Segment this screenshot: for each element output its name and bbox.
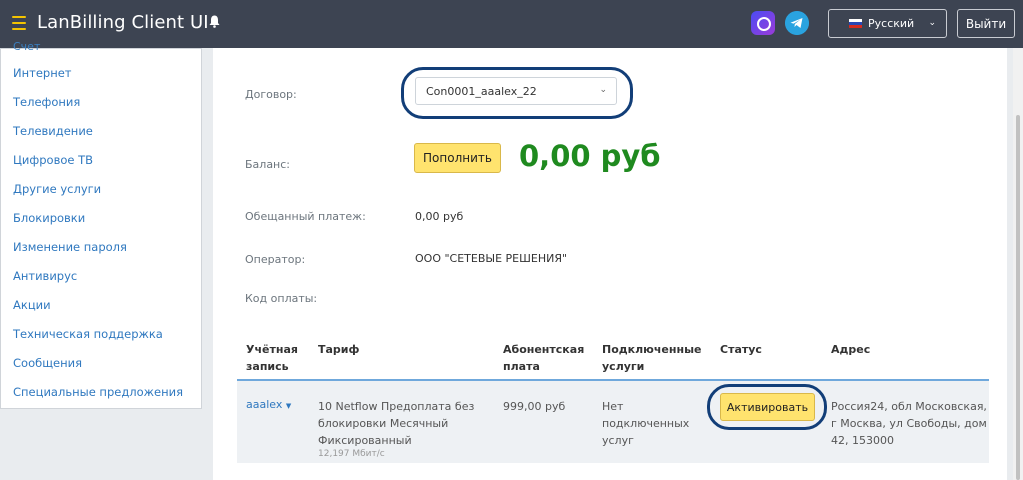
top-up-button[interactable]: Пополнить <box>414 143 501 173</box>
col-header-services-line1: Подключенные <box>602 343 702 356</box>
col-header-status: Статус <box>720 343 762 356</box>
col-header-fee: Абонентская плата <box>503 341 584 375</box>
address-line2: г Москва, ул Свободы, дом <box>831 417 987 430</box>
sidebar-item-messages[interactable]: Сообщения <box>13 356 82 370</box>
sidebar-item-digital-tv[interactable]: Цифровое ТВ <box>13 153 93 167</box>
top-bar: LanBilling Client UI Русский ⌄ Выйти <box>0 0 1023 48</box>
contract-label: Договор: <box>245 88 297 101</box>
chevron-down-icon: ⌄ <box>599 85 607 95</box>
col-header-address: Адрес <box>831 343 871 356</box>
app-title: LanBilling Client UI <box>37 12 209 33</box>
messenger-icon[interactable] <box>751 11 775 35</box>
sidebar-item-special-offers[interactable]: Специальные предложения <box>13 385 183 399</box>
operator-label: Оператор: <box>245 253 306 266</box>
col-header-services-line2: услуги <box>602 360 645 373</box>
account-dropdown[interactable]: aaalex ▼ <box>246 398 291 411</box>
address-line1: Россия24, обл Московская, <box>831 400 987 413</box>
services-cell: Нет подключенных услуг <box>602 398 689 449</box>
bell-icon[interactable] <box>209 15 220 28</box>
sidebar-item-telephony[interactable]: Телефония <box>13 95 80 109</box>
tariff-line2: блокировки Месячный <box>318 417 449 430</box>
sidebar-item-account[interactable]: Счет <box>13 40 40 53</box>
menu-icon[interactable] <box>12 16 26 30</box>
sidebar-item-television[interactable]: Телевидение <box>13 124 93 138</box>
sidebar-item-change-password[interactable]: Изменение пароля <box>13 240 127 254</box>
sidebar-item-promotions[interactable]: Акции <box>13 298 51 312</box>
services-line2: подключенных <box>602 417 690 430</box>
balance-label: Баланс: <box>245 158 291 171</box>
language-select[interactable]: Русский ⌄ <box>828 9 947 38</box>
col-header-services: Подключенные услуги <box>602 341 701 375</box>
fee-cell: 999,00 руб <box>503 400 566 413</box>
language-label: Русский <box>868 17 915 30</box>
col-header-account-line1: Учётная <box>246 343 298 356</box>
russia-flag-icon <box>849 19 862 28</box>
sidebar: Счет Интернет Телефония Телевидение Цифр… <box>0 40 202 409</box>
tariff-line3: Фиксированный <box>318 434 412 447</box>
tariff-line1: 10 Netflow Предоплата без <box>318 400 475 413</box>
operator-value: ООО "СЕТЕВЫЕ РЕШЕНИЯ" <box>415 252 568 265</box>
scrollbar-thumb[interactable] <box>1016 115 1020 480</box>
account-name: aaalex <box>246 398 283 411</box>
sidebar-item-other-services[interactable]: Другие услуги <box>13 182 101 196</box>
promised-payment-label: Обещанный платеж: <box>245 210 366 223</box>
chevron-down-icon: ⌄ <box>928 18 936 28</box>
col-header-tariff: Тариф <box>318 343 360 356</box>
sidebar-item-internet[interactable]: Интернет <box>13 66 72 80</box>
sidebar-item-antivirus[interactable]: Антивирус <box>13 269 77 283</box>
services-line3: услуг <box>602 434 634 447</box>
promised-payment-value: 0,00 руб <box>415 210 464 223</box>
caret-down-icon: ▼ <box>285 402 292 410</box>
sidebar-item-blocks[interactable]: Блокировки <box>13 211 85 225</box>
address-line3: 42, 153000 <box>831 434 894 447</box>
speed-value: 12,197 Мбит/с <box>318 449 385 459</box>
services-line1: Нет <box>602 400 624 413</box>
tariff-cell: 10 Netflow Предоплата без блокировки Мес… <box>318 398 474 449</box>
sidebar-item-support[interactable]: Техническая поддержка <box>13 327 163 341</box>
col-header-fee-line1: Абонентская <box>503 343 585 356</box>
contract-value: Con0001_aaalex_22 <box>426 84 537 98</box>
address-cell: Россия24, обл Московская, г Москва, ул С… <box>831 398 991 449</box>
contract-select[interactable]: Con0001_aaalex_22 ⌄ <box>415 77 617 105</box>
logout-button[interactable]: Выйти <box>957 9 1015 38</box>
activate-button[interactable]: Активировать <box>720 393 815 421</box>
col-header-account: Учётная запись <box>246 341 298 375</box>
payment-code-label: Код оплаты: <box>245 292 318 305</box>
telegram-icon[interactable] <box>785 11 809 35</box>
balance-value: 0,00 руб <box>519 139 661 173</box>
col-header-account-line2: запись <box>246 360 289 373</box>
col-header-fee-line2: плата <box>503 360 540 373</box>
